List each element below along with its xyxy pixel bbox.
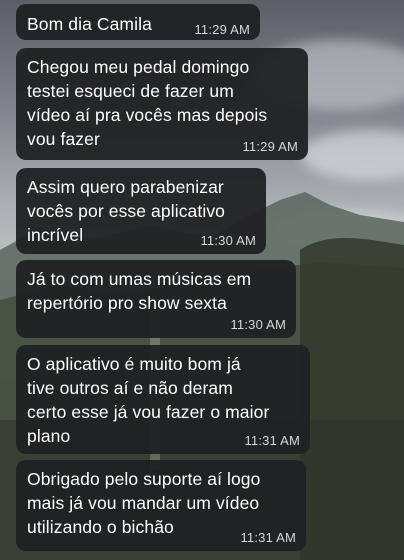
message-text: Já to com umas músicas em repertório pro…: [27, 269, 252, 313]
message-timestamp: 11:30 AM: [200, 233, 256, 248]
message-bubble[interactable]: Obrigado pelo suporte aí logo mais já vo…: [16, 460, 306, 551]
message-timestamp: 11:29 AM: [242, 139, 298, 154]
message-text: Assim quero parabenizar vocês por esse a…: [27, 177, 226, 245]
message-timestamp: 11:30 AM: [230, 317, 286, 332]
message-text: Obrigado pelo suporte aí logo mais já vo…: [27, 469, 261, 537]
message-bubble[interactable]: Chegou meu pedal domingo testei esqueci …: [16, 48, 308, 160]
message-timestamp: 11:31 AM: [240, 530, 296, 545]
message-bubble[interactable]: Assim quero parabenizar vocês por esse a…: [16, 168, 266, 254]
message-text: Bom dia Camila: [27, 14, 152, 34]
message-timestamp: 11:31 AM: [244, 433, 300, 448]
message-timestamp: 11:29 AM: [194, 22, 250, 37]
message-text: Chegou meu pedal domingo testei esqueci …: [27, 57, 268, 149]
message-bubble[interactable]: Já to com umas músicas em repertório pro…: [16, 260, 296, 338]
message-text: O aplicativo é muito bom já tive outros …: [27, 354, 270, 446]
message-bubble[interactable]: O aplicativo é muito bom já tive outros …: [16, 345, 310, 454]
message-list[interactable]: Bom dia Camila 11:29 AM Chegou meu pedal…: [0, 0, 404, 560]
message-bubble[interactable]: Bom dia Camila 11:29 AM: [16, 4, 260, 40]
